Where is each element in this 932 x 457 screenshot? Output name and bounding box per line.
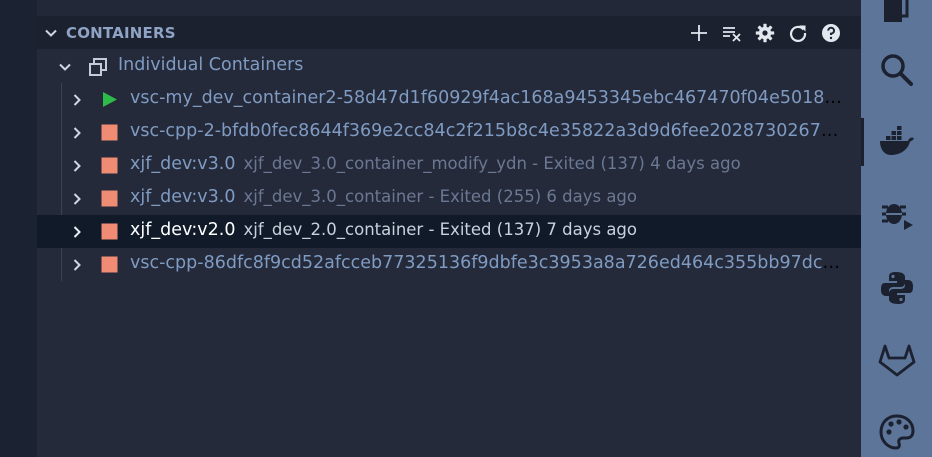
chevron-right-icon[interactable] [69,257,85,273]
add-button[interactable] [686,20,711,45]
chevron-right-icon[interactable] [69,224,85,240]
panel-top-gap [37,0,861,16]
container-name: vsc-cpp-86dfc8f9cd52afcceb77325136f9dbfe… [130,253,843,273]
container-text: vsc-my_dev_container2-58d47d1f60929f4ac1… [130,88,843,108]
container-text: xjf_dev:v2.0 xjf_dev_2.0_container - Exit… [130,220,843,240]
containers-group-icon [89,58,107,76]
container-name: xjf_dev:v3.0 [130,154,236,174]
group-label: Individual Containers [118,55,304,75]
docker-containers-panel: CONTAINERS Individual Containers vsc-my_… [37,0,861,457]
container-row[interactable]: vsc-my_dev_container2-58d47d1f60929f4ac1… [37,83,861,116]
help-icon [821,23,840,42]
container-status: xjf_dev_3.0_container - Exited (255) 6 d… [243,187,638,206]
container-name: vsc-my_dev_container2-58d47d1f60929f4ac1… [130,88,843,108]
container-status: xjf_dev_2.0_container - Exited (137) 7 d… [243,220,638,239]
container-row-selected[interactable]: xjf_dev:v2.0 xjf_dev_2.0_container - Exit… [37,215,861,248]
stopped-status-icon [101,256,118,273]
container-status: xjf_dev_3.0_container_modify_ydn - Exite… [243,154,741,173]
chevron-right-icon[interactable] [69,158,85,174]
chevron-right-icon[interactable] [69,92,85,108]
activity-explorer[interactable] [861,0,932,38]
gitlab-icon [878,344,915,377]
refresh-icon [789,25,806,42]
container-text: xjf_dev:v3.0 xjf_dev_3.0_container_modify… [130,154,843,174]
container-name: xjf_dev:v2.0 [130,220,236,240]
stopped-status-icon [101,223,118,240]
docker-icon [879,126,914,155]
stopped-status-icon [101,124,118,141]
explorer-icon [883,0,908,22]
palette-icon [878,414,915,450]
container-name: xjf_dev:v3.0 [130,187,236,207]
clear-list-button[interactable] [719,20,744,45]
settings-button[interactable] [752,20,777,45]
container-row[interactable]: vsc-cpp-2-bfdb0fec8644f369e2cc84c2f215b8… [37,116,861,149]
gear-icon [755,23,774,42]
container-row[interactable]: xjf_dev:v3.0 xjf_dev_3.0_container - Exit… [37,182,861,215]
container-text: vsc-cpp-2-bfdb0fec8644f369e2cc84c2f215b8… [130,121,843,141]
running-status-icon [103,92,117,107]
python-icon [880,272,913,304]
container-name: vsc-cpp-2-bfdb0fec8644f369e2cc84c2f215b8… [130,121,843,141]
activity-bar [861,0,932,457]
group-individual-containers[interactable]: Individual Containers [37,50,861,83]
activity-docker[interactable] [861,112,932,172]
chevron-down-icon[interactable] [57,59,73,75]
activity-run-debug[interactable] [861,183,932,243]
section-title: CONTAINERS [66,24,176,42]
add-icon [690,24,707,41]
search-icon [880,54,913,86]
run-debug-icon [881,204,913,230]
containers-section-header[interactable]: CONTAINERS [37,16,861,49]
activity-gitlab[interactable] [861,330,932,390]
stopped-status-icon [101,190,118,207]
chevron-right-icon[interactable] [69,191,85,207]
activity-search[interactable] [861,40,932,100]
container-row[interactable]: xjf_dev:v3.0 xjf_dev_3.0_container_modify… [37,149,861,182]
stopped-status-icon [101,157,118,174]
chevron-right-icon[interactable] [69,125,85,141]
editor-left-strip [0,0,37,457]
chevron-down-icon[interactable] [43,25,59,41]
container-text: xjf_dev:v3.0 xjf_dev_3.0_container - Exit… [130,187,843,207]
container-text: vsc-cpp-86dfc8f9cd52afcceb77325136f9dbfe… [130,253,843,273]
container-row[interactable]: vsc-cpp-86dfc8f9cd52afcceb77325136f9dbfe… [37,248,861,281]
help-button[interactable] [818,20,843,45]
activity-python[interactable] [861,258,932,318]
clear-list-icon [722,26,741,42]
section-actions [686,20,843,45]
activity-palette[interactable] [861,402,932,457]
refresh-button[interactable] [785,20,810,45]
